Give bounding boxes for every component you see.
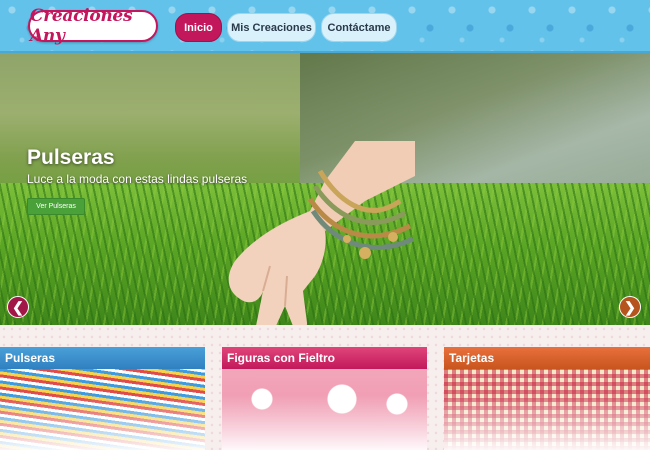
category-card-fieltro[interactable]: Figuras con Fieltro bbox=[222, 347, 427, 450]
category-card-tarjetas[interactable]: Tarjetas bbox=[444, 347, 650, 450]
hero-subtitle: Luce a la moda con estas lindas pulseras bbox=[27, 172, 248, 186]
nav-mis-creaciones-label: Mis Creaciones bbox=[231, 21, 312, 34]
category-card-pulseras[interactable]: Pulseras bbox=[0, 347, 205, 450]
bracelets-image bbox=[0, 369, 205, 450]
category-title: Pulseras bbox=[0, 347, 205, 369]
hero-slider: Pulseras Luce a la moda con estas lindas… bbox=[0, 53, 650, 325]
nav-inicio-label: Inicio bbox=[184, 21, 213, 34]
slider-next-arrow-icon[interactable]: ❯ bbox=[619, 296, 641, 318]
slider-prev-arrow-icon[interactable]: ❮ bbox=[7, 296, 29, 318]
ver-pulseras-button[interactable]: Ver Pulseras bbox=[27, 198, 85, 215]
cards-image bbox=[444, 369, 650, 450]
nav-inicio[interactable]: Inicio bbox=[175, 13, 222, 42]
nav-contactame-label: Contáctame bbox=[327, 21, 391, 34]
site-logo[interactable]: Creaciones Any bbox=[28, 6, 158, 46]
category-title: Tarjetas bbox=[444, 347, 650, 369]
hand-with-bracelets-image bbox=[228, 141, 415, 325]
logo-text: Creaciones Any bbox=[30, 6, 133, 46]
nav-mis-creaciones[interactable]: Mis Creaciones bbox=[227, 13, 316, 42]
category-title: Figuras con Fieltro bbox=[222, 347, 427, 369]
site-header: Creaciones Any Inicio Mis Creaciones Con… bbox=[0, 0, 650, 53]
nav-contactame[interactable]: Contáctame bbox=[321, 13, 397, 42]
hero-title: Pulseras bbox=[27, 146, 115, 169]
felt-figures-image bbox=[222, 369, 427, 450]
